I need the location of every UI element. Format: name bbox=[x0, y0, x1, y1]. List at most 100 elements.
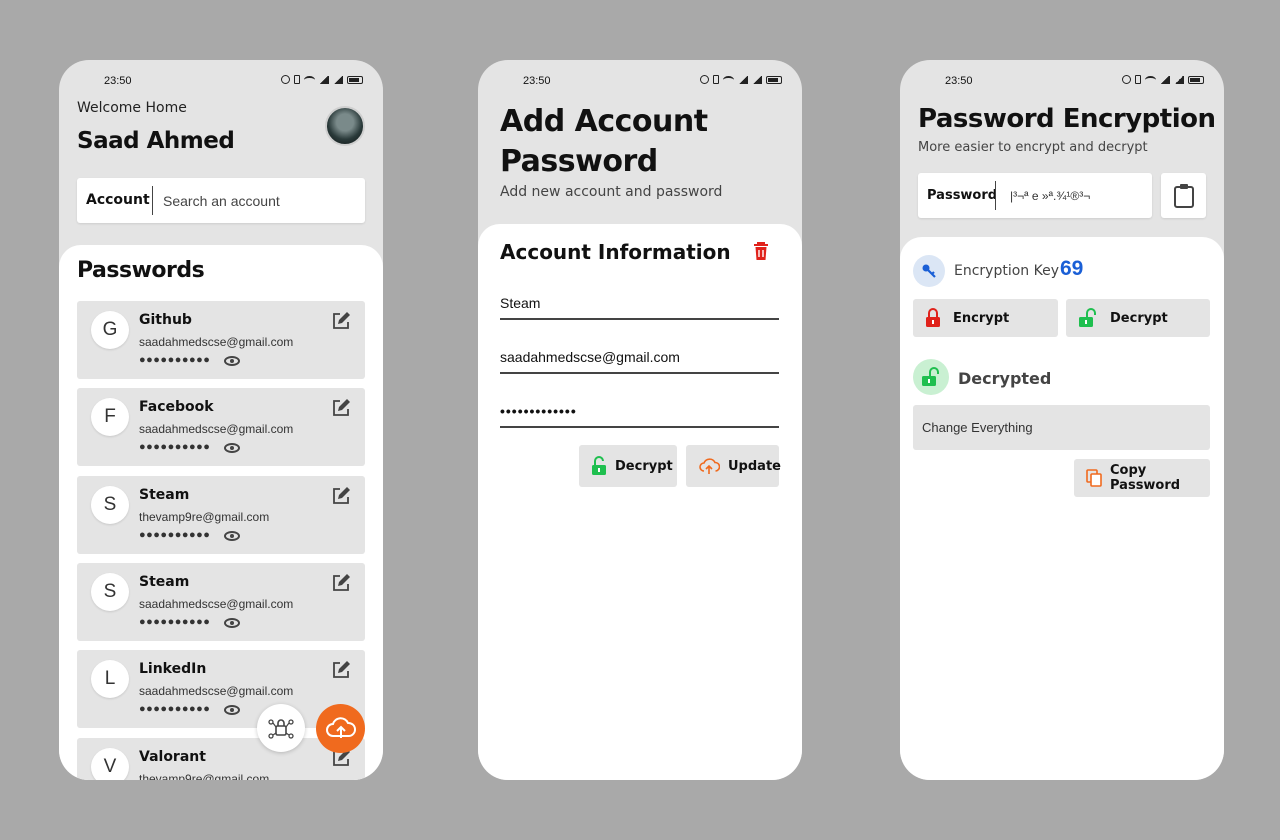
lock-network-icon bbox=[268, 719, 294, 739]
edit-icon[interactable] bbox=[331, 311, 351, 331]
account-email: saadahmedscse@gmail.com bbox=[139, 335, 294, 349]
account-card[interactable]: G Github saadahmedscse@gmail.com ●●●●●●●●●● bbox=[77, 301, 365, 379]
account-card[interactable]: F Facebook saadahmedscse@gmail.com ●●●●●●●●… bbox=[77, 388, 365, 466]
signal-icon-2 bbox=[333, 75, 343, 84]
account-name: Github bbox=[139, 312, 192, 328]
account-email: thevamp9re@gmail.com bbox=[139, 772, 270, 780]
cloud-upload-icon bbox=[325, 716, 356, 738]
decrypted-output[interactable]: Change Everything bbox=[913, 405, 1210, 450]
status-time: 23:50 bbox=[523, 75, 551, 87]
account-name-field[interactable] bbox=[500, 286, 779, 320]
vibrate-icon bbox=[1135, 75, 1141, 84]
key-icon-badge bbox=[913, 255, 945, 287]
decrypted-label: Decrypted bbox=[958, 369, 1052, 388]
encryption-key-value[interactable]: 69 bbox=[1060, 257, 1083, 281]
password-field[interactable] bbox=[500, 394, 779, 428]
eye-icon[interactable] bbox=[224, 618, 240, 628]
status-bar: 23:50 bbox=[59, 74, 383, 90]
decrypt-label: Decrypt bbox=[1110, 310, 1168, 326]
unlock-icon bbox=[592, 456, 606, 475]
encrypt-button[interactable]: Encrypt bbox=[913, 299, 1058, 337]
battery-icon bbox=[766, 75, 782, 84]
account-initial: L bbox=[91, 660, 129, 698]
email-field[interactable] bbox=[500, 340, 779, 374]
decrypted-icon-badge bbox=[913, 359, 949, 395]
account-email: saadahmedscse@gmail.com bbox=[139, 597, 294, 611]
page-subtitle: Add new account and password bbox=[500, 184, 723, 200]
section-title: Passwords bbox=[77, 258, 205, 283]
page-title: Add Account Password bbox=[500, 102, 760, 182]
masked-password: ●●●●●●●●●● bbox=[139, 441, 211, 453]
edit-icon[interactable] bbox=[331, 398, 351, 418]
account-initial: S bbox=[91, 486, 129, 524]
masked-password: ●●●●●●●●●● bbox=[139, 529, 211, 541]
update-label: Update bbox=[728, 458, 781, 474]
edit-icon[interactable] bbox=[331, 486, 351, 506]
key-icon bbox=[922, 264, 936, 278]
encrypt-label: Encrypt bbox=[953, 310, 1010, 326]
masked-password: ●●●●●●●●●● bbox=[139, 703, 211, 715]
wifi-icon bbox=[304, 75, 315, 84]
welcome-text: Welcome Home bbox=[77, 100, 187, 116]
decrypt-label: Decrypt bbox=[615, 458, 673, 474]
signal-icon-2 bbox=[1174, 75, 1184, 84]
account-name: Steam bbox=[139, 574, 190, 590]
eye-icon[interactable] bbox=[224, 705, 240, 715]
wifi-icon bbox=[723, 75, 734, 84]
avatar[interactable] bbox=[325, 106, 365, 146]
account-name: LinkedIn bbox=[139, 661, 207, 677]
password-value[interactable]: |³¬ª e »ª.¾¹®³¬ bbox=[1010, 189, 1090, 203]
eye-icon[interactable] bbox=[224, 531, 240, 541]
encryption-screen: 23:50 Password Encryption More easier to… bbox=[900, 60, 1224, 780]
masked-password: ●●●●●●●●●● bbox=[139, 354, 211, 366]
lock-icon bbox=[926, 308, 940, 327]
search-divider bbox=[152, 186, 153, 215]
decrypted-value: Change Everything bbox=[922, 420, 1033, 435]
cloud-upload-icon bbox=[699, 458, 720, 474]
alarm-icon bbox=[700, 75, 709, 84]
signal-icon bbox=[1160, 75, 1170, 84]
section-title: Account Information bbox=[500, 240, 731, 264]
search-input[interactable] bbox=[163, 186, 353, 215]
status-bar: 23:50 bbox=[900, 74, 1224, 90]
user-name: Saad Ahmed bbox=[77, 128, 235, 154]
account-card[interactable]: S Steam thevamp9re@gmail.com ●●●●●●●●●● bbox=[77, 476, 365, 554]
copy-password-button[interactable]: Copy Password bbox=[1074, 459, 1210, 497]
page-title-line2: Password bbox=[500, 144, 658, 179]
page-title-line1: Add Account bbox=[500, 104, 708, 139]
copy-password-label: Copy Password bbox=[1110, 463, 1181, 493]
battery-icon bbox=[1188, 75, 1204, 84]
decrypt-button[interactable]: Decrypt bbox=[579, 445, 677, 487]
vibrate-icon bbox=[294, 75, 300, 84]
search-label: Account bbox=[86, 192, 150, 208]
page-title: Password Encryption bbox=[918, 104, 1216, 134]
edit-icon[interactable] bbox=[331, 573, 351, 593]
eye-icon[interactable] bbox=[224, 443, 240, 453]
signal-icon bbox=[319, 75, 329, 84]
alarm-icon bbox=[1122, 75, 1131, 84]
status-bar: 23:50 bbox=[478, 74, 802, 90]
account-email: saadahmedscse@gmail.com bbox=[139, 684, 294, 698]
account-search: Account bbox=[77, 178, 365, 223]
account-name: Steam bbox=[139, 487, 190, 503]
account-card[interactable]: S Steam saadahmedscse@gmail.com ●●●●●●●●●● bbox=[77, 563, 365, 641]
edit-icon[interactable] bbox=[331, 660, 351, 680]
encryption-fab[interactable] bbox=[257, 704, 305, 752]
clipboard-icon bbox=[1173, 183, 1194, 208]
trash-icon[interactable] bbox=[751, 240, 771, 262]
update-button[interactable]: Update bbox=[686, 445, 781, 487]
paste-button[interactable] bbox=[1161, 173, 1206, 218]
password-input-box[interactable]: Password |³¬ª e »ª.¾¹®³¬ bbox=[918, 173, 1152, 218]
eye-icon[interactable] bbox=[224, 356, 240, 366]
account-name: Facebook bbox=[139, 399, 214, 415]
decrypt-button[interactable]: Decrypt bbox=[1066, 299, 1210, 337]
unlock-icon bbox=[922, 367, 939, 386]
upload-fab[interactable] bbox=[316, 704, 365, 753]
account-initial: F bbox=[91, 398, 129, 436]
signal-icon bbox=[738, 75, 748, 84]
wifi-icon bbox=[1145, 75, 1156, 84]
password-divider bbox=[995, 181, 996, 210]
masked-password: ●●●●●●●●●● bbox=[139, 616, 211, 628]
battery-icon bbox=[347, 75, 363, 84]
signal-icon-2 bbox=[752, 75, 762, 84]
